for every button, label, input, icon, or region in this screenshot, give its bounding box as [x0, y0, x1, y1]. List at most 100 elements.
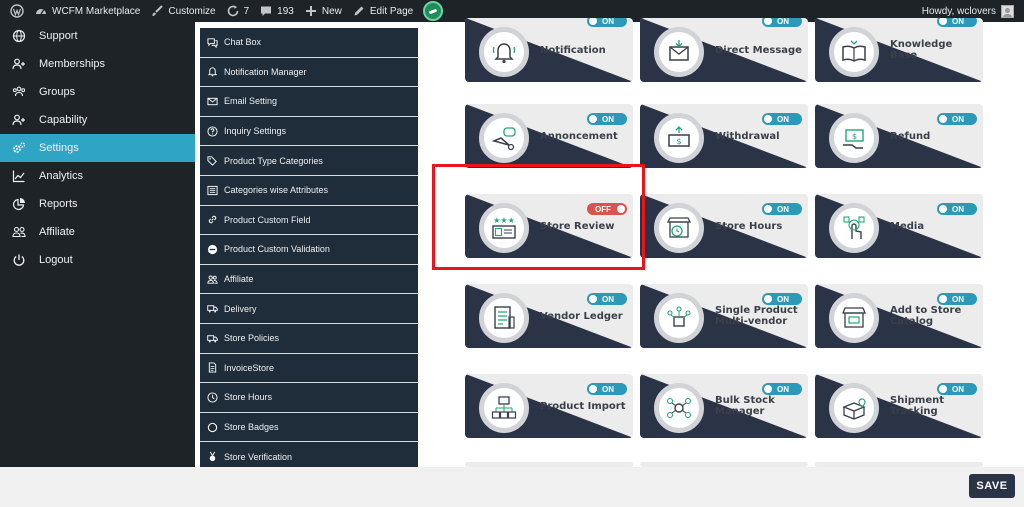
module-icon-circle [829, 293, 879, 343]
gears-icon [13, 142, 26, 153]
menu-item-groups[interactable]: Groups [0, 78, 195, 106]
module-card-direct-message: Direct Message ON [640, 18, 808, 82]
users-icon [207, 275, 218, 284]
settings-nav-store-hours[interactable]: Store Hours [200, 383, 418, 413]
svg-text:$: $ [852, 132, 857, 141]
settings-nav-product-custom-field[interactable]: Product Custom Field [200, 206, 418, 236]
avatar [1001, 4, 1014, 18]
module-toggle[interactable]: ON [937, 113, 977, 125]
module-toggle[interactable]: ON [937, 203, 977, 215]
settings-nav-categories-wise-attributes[interactable]: Categories wise Attributes [200, 176, 418, 206]
module-toggle[interactable]: ON [587, 18, 627, 27]
admin-menu: Support Memberships Groups Capability Se… [0, 22, 195, 467]
brush-icon [152, 5, 164, 16]
module-toggle[interactable]: ON [587, 113, 627, 125]
comment-icon [261, 6, 272, 16]
comments-count: 193 [277, 5, 294, 17]
module-toggle[interactable]: ON [937, 18, 977, 27]
menu-item-logout[interactable]: Logout [0, 246, 195, 274]
module-card-single-product-multi-vendor: Single Product Multi-vendor ON [640, 284, 808, 348]
message-icon [669, 40, 689, 61]
module-toggle[interactable]: ON [937, 383, 977, 395]
settings-nav-store-policies[interactable]: Store Policies [200, 324, 418, 354]
settings-nav-store-verification[interactable]: Store Verification [200, 442, 418, 467]
settings-nav-email-setting[interactable]: Email Setting [200, 87, 418, 117]
medal-icon [209, 451, 216, 462]
wcfm-logo-icon[interactable] [423, 1, 444, 21]
settings-nav-chat-box[interactable]: Chat Box [200, 28, 418, 58]
megaphone-icon [491, 127, 516, 151]
store-clock-icon [666, 217, 692, 238]
settings-nav-affiliate[interactable]: Affiliate [200, 265, 418, 295]
question-icon [207, 126, 218, 137]
pie-icon [12, 198, 25, 211]
module-toggle[interactable]: ON [762, 293, 802, 305]
module-icon-circle [654, 27, 704, 77]
comments-link[interactable]: 193 [259, 4, 294, 18]
module-toggle[interactable]: ON [587, 383, 627, 395]
tags-icon [207, 156, 217, 166]
edit-page-link[interactable]: Edit Page [352, 4, 413, 18]
settings-nav: Chat Box Notification Manager Email Sett… [200, 28, 418, 467]
module-icon-circle [654, 293, 704, 343]
highlight-box [432, 164, 645, 270]
module-icon-circle [479, 113, 529, 163]
module-label: Notification [540, 44, 606, 56]
chat-icon [207, 38, 218, 48]
module-card-store-hours: Store Hours ON [640, 194, 808, 258]
customize-link[interactable]: Customize [150, 4, 216, 18]
module-icon-circle [479, 27, 529, 77]
plus-icon [305, 6, 316, 16]
menu-item-memberships[interactable]: Memberships [0, 50, 195, 78]
module-icon-circle: $ [829, 113, 879, 163]
box-vendors-icon [667, 306, 691, 327]
module-toggle[interactable]: ON [587, 293, 627, 305]
menu-item-affiliate[interactable]: Affiliate [0, 218, 195, 246]
save-button[interactable]: SAVE [969, 474, 1015, 498]
settings-nav-notification-manager[interactable]: Notification Manager [200, 58, 418, 88]
module-icon-circle [479, 293, 529, 343]
site-name: WCFM Marketplace [52, 5, 141, 17]
storefront-icon [842, 307, 866, 328]
module-card-refund: $ Refund ON [815, 104, 983, 168]
module-card-knowledge-base: Knowledge Base ON [815, 18, 983, 82]
menu-item-settings[interactable]: Settings [0, 134, 195, 162]
document-icon [208, 362, 217, 373]
module-card-bulk-stock-manager: Bulk Stock Manager ON [640, 374, 808, 438]
module-card-withdrawal: $ Withdrawal ON [640, 104, 808, 168]
truck-icon [207, 305, 218, 313]
module-toggle[interactable]: ON [762, 18, 802, 27]
book-icon [842, 40, 866, 62]
module-icon-circle [829, 383, 879, 433]
settings-nav-store-badges[interactable]: Store Badges [200, 413, 418, 443]
settings-nav-product-custom-validation[interactable]: Product Custom Validation [200, 235, 418, 265]
menu-item-support[interactable]: Support [0, 22, 195, 50]
bell-icon [492, 43, 516, 64]
list-icon [207, 185, 218, 195]
module-toggle[interactable]: ON [762, 113, 802, 125]
module-toggle[interactable]: ON [937, 293, 977, 305]
refresh-icon [227, 5, 238, 17]
module-label: Knowledge Base [890, 39, 953, 61]
package-pin-icon [842, 398, 866, 420]
menu-item-analytics[interactable]: Analytics [0, 162, 195, 190]
new-content-link[interactable]: New [304, 4, 342, 18]
user-plus-icon [12, 114, 25, 126]
refund-icon: $ [843, 129, 864, 149]
module-toggle[interactable]: ON [762, 203, 802, 215]
settings-nav-delivery[interactable]: Delivery [200, 294, 418, 324]
bell-icon [207, 67, 218, 77]
settings-nav-invoice-store[interactable]: InvoiceStore [200, 354, 418, 384]
envelope-icon [207, 97, 218, 106]
settings-nav-inquiry-settings[interactable]: Inquiry Settings [200, 117, 418, 147]
updates-link[interactable]: 7 [226, 4, 249, 18]
site-name-link[interactable]: WCFM Marketplace [34, 4, 140, 18]
settings-nav-product-type-categories[interactable]: Product Type Categories [200, 146, 418, 176]
clock-icon [207, 392, 218, 403]
stock-network-icon [666, 397, 692, 419]
menu-item-capability[interactable]: Capability [0, 106, 195, 134]
wordpress-logo[interactable] [10, 4, 24, 18]
howdy-text: Howdy, wclovers [921, 5, 996, 17]
menu-item-reports[interactable]: Reports [0, 190, 195, 218]
module-toggle[interactable]: ON [762, 383, 802, 395]
